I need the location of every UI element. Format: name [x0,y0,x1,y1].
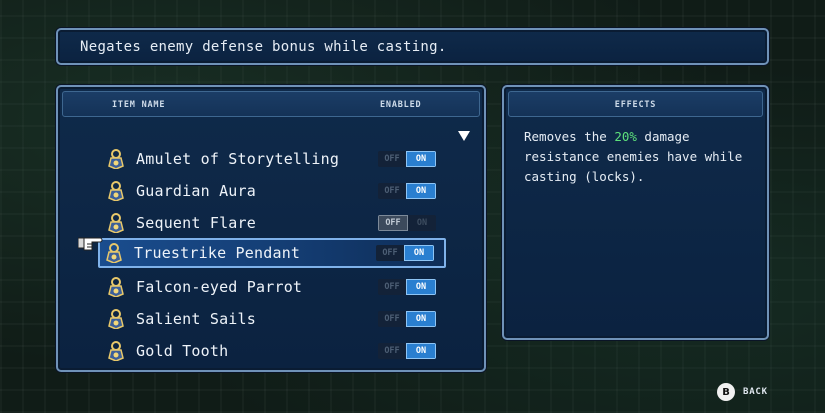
trinket-name: Gold Tooth [136,342,229,360]
toggle-off-option[interactable]: OFF [378,151,406,167]
trinket-row[interactable]: Salient Sails OFF ON [100,304,488,334]
trinket-icon [108,149,124,169]
effects-description: Removes the 20% damage resistance enemie… [524,127,760,187]
trinket-name: Amulet of Storytelling [136,150,340,168]
trinket-row[interactable]: Gold Tooth OFF ON [100,336,488,366]
toggle-off-option[interactable]: OFF [378,183,406,199]
trinket-icon [106,243,122,263]
effects-header: EFFECTS [508,91,763,117]
trinket-name: Truestrike Pendant [134,244,301,262]
effects-highlight-value: 20% [614,129,637,144]
list-header: ITEM NAME ENABLED [62,91,480,117]
toggle-off-option[interactable]: OFF [376,245,404,261]
description-panel: Negates enemy defense bonus while castin… [56,28,769,65]
trinket-name: Falcon-eyed Parrot [136,278,303,296]
trinket-row[interactable]: Amulet of Storytelling OFF ON [100,144,488,174]
effects-header-label: EFFECTS [614,100,657,110]
toggle-on-option[interactable]: ON [404,245,434,261]
trinket-icon [108,277,124,297]
trinket-name: Salient Sails [136,310,256,328]
toggle-on-option[interactable]: ON [406,151,436,167]
trinket-row[interactable]: Truestrike Pendant OFF ON [98,238,446,268]
trinket-icon [108,309,124,329]
item-name-column-header: ITEM NAME [112,100,166,110]
enabled-toggle[interactable]: OFF ON [378,311,436,327]
enabled-column-header: ENABLED [380,100,422,110]
enabled-toggle[interactable]: OFF ON [378,151,436,167]
effects-panel: EFFECTS Removes the 20% damage resistanc… [502,85,769,340]
effects-text-before: Removes the [524,129,615,144]
b-button-icon: B [717,383,735,401]
toggle-on-option[interactable]: ON [406,279,436,295]
trinket-name: Sequent Flare [136,214,256,232]
trinket-icon [108,181,124,201]
back-control[interactable]: B BACK [717,383,768,401]
trinket-icon [108,341,124,361]
toggle-on-option[interactable]: ON [408,215,436,231]
enabled-toggle[interactable]: OFF ON [378,343,436,359]
trinket-row[interactable]: Sequent Flare OFF ON [100,208,488,238]
toggle-off-option[interactable]: OFF [378,215,408,231]
toggle-off-option[interactable]: OFF [378,279,406,295]
toggle-off-option[interactable]: OFF [378,311,406,327]
toggle-on-option[interactable]: ON [406,311,436,327]
scroll-down-triangle-icon[interactable] [458,131,470,141]
trinket-row[interactable]: Guardian Aura OFF ON [100,176,488,206]
trinket-icon [108,213,124,233]
enabled-toggle[interactable]: OFF ON [378,183,436,199]
trinket-name: Guardian Aura [136,182,256,200]
toggle-off-option[interactable]: OFF [378,343,406,359]
trinket-list-panel: ITEM NAME ENABLED Amulet of Storytelling… [56,85,486,372]
toggle-on-option[interactable]: ON [406,183,436,199]
description-text: Negates enemy defense bonus while castin… [80,38,447,55]
enabled-toggle[interactable]: OFF ON [378,215,436,231]
toggle-on-option[interactable]: ON [406,343,436,359]
pointing-hand-icon [78,237,103,251]
enabled-toggle[interactable]: OFF ON [378,279,436,295]
back-label: BACK [743,387,768,397]
enabled-toggle[interactable]: OFF ON [376,245,434,261]
trinket-row[interactable]: Falcon-eyed Parrot OFF ON [100,272,488,302]
